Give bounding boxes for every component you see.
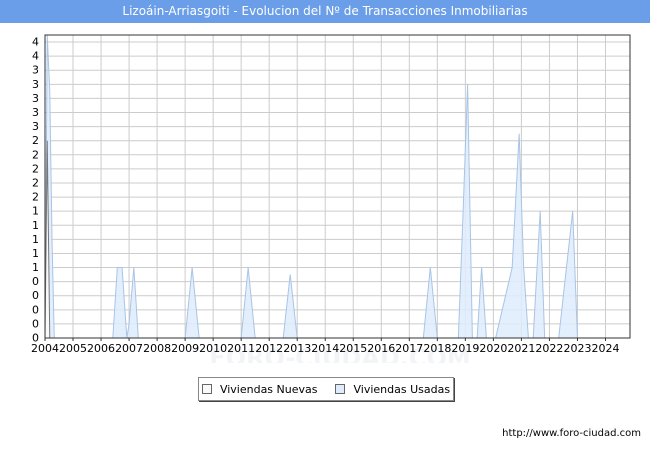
legend-label-usadas: Viviendas Usadas xyxy=(353,382,451,396)
x-tick-label: 2007 xyxy=(115,342,143,355)
y-axis: 0000011111222223333344 xyxy=(32,36,39,345)
x-tick-label: 2022 xyxy=(535,342,563,355)
legend-swatch-usadas xyxy=(335,384,346,394)
y-tick-label: 1 xyxy=(32,205,39,218)
x-tick-label: 2006 xyxy=(87,342,115,355)
x-tick-label: 2014 xyxy=(311,342,339,355)
y-tick-label: 4 xyxy=(32,50,39,63)
x-tick-label: 2024 xyxy=(591,342,619,355)
x-axis: 2004 2005 2006 2007 2008 2009 2010 2011 2012 2013… xyxy=(31,338,619,355)
series-layer xyxy=(44,34,587,339)
y-tick-label: 0 xyxy=(32,317,39,330)
series-area-viviendas-usadas xyxy=(44,34,587,339)
y-tick-label: 3 xyxy=(32,92,39,105)
y-tick-label: 2 xyxy=(32,148,39,161)
x-tick-label: 2010 xyxy=(199,342,227,355)
x-tick-label: 2018 xyxy=(423,342,451,355)
x-tick-label: 2015 xyxy=(339,342,367,355)
x-tick-label: 2012 xyxy=(255,342,283,355)
x-tick-label: 2017 xyxy=(395,342,423,355)
y-tick-label: 3 xyxy=(32,106,39,119)
y-tick-label: 2 xyxy=(32,191,39,204)
y-tick-label: 3 xyxy=(32,64,39,77)
x-tick-label: 2016 xyxy=(367,342,395,355)
x-tick-label: 2009 xyxy=(171,342,199,355)
legend: Viviendas Nuevas Viviendas Usadas xyxy=(198,377,454,401)
legend-item-nuevas: Viviendas Nuevas xyxy=(201,382,318,396)
legend-swatch-nuevas xyxy=(201,384,212,394)
y-tick-label: 0 xyxy=(32,275,39,288)
footer-url: http://www.foro-ciudad.com xyxy=(502,428,641,439)
chart-title: Lizoáin-Arriasgoiti - Evolucion del Nº d… xyxy=(0,0,650,23)
y-tick-label: 1 xyxy=(32,247,39,260)
y-tick-label: 1 xyxy=(32,219,39,232)
y-tick-label: 3 xyxy=(32,78,39,91)
y-tick-label: 4 xyxy=(32,36,39,49)
x-tick-label: 2021 xyxy=(507,342,535,355)
chart: FORO-CIUDAD.COM 0000011111222223333344 2… xyxy=(31,34,631,363)
x-tick-label: 2004 xyxy=(31,342,59,355)
x-tick-label: 2013 xyxy=(283,342,311,355)
y-tick-label: 2 xyxy=(32,176,39,189)
legend-item-usadas: Viviendas Usadas xyxy=(335,383,450,396)
y-tick-label: 3 xyxy=(32,120,39,133)
x-tick-label: 2011 xyxy=(227,342,255,355)
y-tick-label: 1 xyxy=(32,261,39,274)
x-tick-label: 2008 xyxy=(143,342,171,355)
x-tick-label: 2020 xyxy=(479,342,507,355)
x-tick-label: 2019 xyxy=(451,342,479,355)
y-tick-label: 0 xyxy=(32,303,39,316)
y-tick-label: 2 xyxy=(32,134,39,147)
x-tick-label: 2005 xyxy=(59,342,87,355)
y-tick-label: 2 xyxy=(32,162,39,175)
legend-label-nuevas: Viviendas Nuevas xyxy=(219,382,318,396)
x-tick-label: 2023 xyxy=(563,342,591,355)
y-tick-label: 1 xyxy=(32,233,39,246)
y-tick-label: 0 xyxy=(32,289,39,302)
